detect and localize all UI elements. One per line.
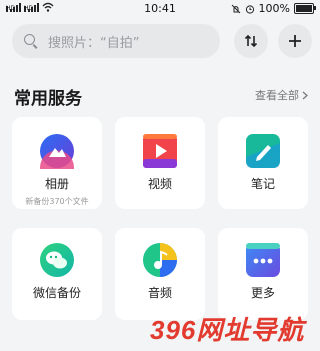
service-label: 更多 bbox=[250, 286, 275, 300]
sort-button[interactable] bbox=[234, 24, 268, 58]
service-label: 笔记 bbox=[250, 177, 275, 191]
search-input[interactable]: 搜照片：“自拍” bbox=[48, 32, 139, 51]
service-card-wechat-backup[interactable]: 微信备份 bbox=[12, 228, 102, 320]
service-card-audio[interactable]: 音频 bbox=[115, 228, 205, 320]
video-icon bbox=[143, 134, 177, 168]
wechat-backup-icon bbox=[40, 243, 74, 277]
sort-icon bbox=[244, 34, 258, 48]
status-icons-right: 100% bbox=[231, 2, 316, 15]
album-icon bbox=[39, 134, 75, 169]
service-card-album[interactable]: 相册 新备份370个文件 bbox=[12, 117, 102, 209]
alarm-icon bbox=[245, 4, 254, 14]
service-label: 相册 bbox=[44, 177, 69, 191]
service-card-notes[interactable]: 笔记 bbox=[218, 117, 308, 209]
service-card-more[interactable]: 更多 bbox=[218, 228, 308, 320]
audio-icon bbox=[143, 243, 177, 277]
silent-icon bbox=[231, 4, 240, 13]
plus-icon bbox=[289, 35, 301, 47]
view-all-link[interactable]: 查看全部 bbox=[255, 87, 308, 103]
notes-icon bbox=[246, 134, 280, 168]
section-title: 常用服务 bbox=[14, 89, 82, 109]
search-bar[interactable]: 搜照片：“自拍” bbox=[12, 24, 220, 58]
search-icon bbox=[24, 34, 38, 48]
status-bar: HD HD 10:41 100% bbox=[0, 0, 320, 18]
battery-icon bbox=[294, 3, 316, 14]
service-card-video[interactable]: 视频 bbox=[115, 117, 205, 209]
chevron-right-icon bbox=[302, 91, 308, 99]
service-label: 微信备份 bbox=[32, 286, 81, 300]
add-button[interactable] bbox=[278, 24, 312, 58]
view-all-label: 查看全部 bbox=[255, 89, 299, 102]
service-label: 视频 bbox=[147, 177, 172, 191]
service-label: 音频 bbox=[147, 286, 172, 300]
battery-percent: 100% bbox=[258, 2, 290, 15]
service-subtitle: 新备份370个文件 bbox=[25, 197, 89, 206]
watermark-text: 396网址导航 bbox=[150, 315, 305, 345]
more-icon bbox=[246, 243, 280, 277]
